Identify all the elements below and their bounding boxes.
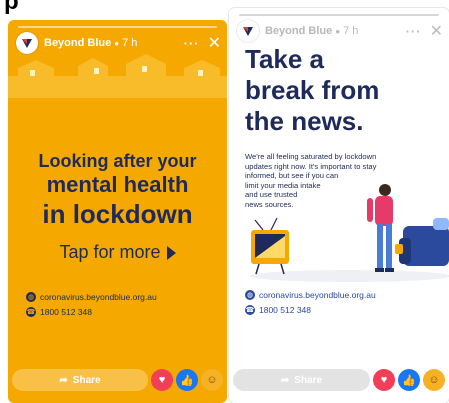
share-button[interactable]: ➦ Share bbox=[12, 369, 148, 391]
globe-icon: ◍ bbox=[26, 292, 36, 302]
page-top-text: p bbox=[4, 0, 20, 15]
more-options-icon[interactable]: ··· bbox=[406, 24, 422, 39]
body-line: updates right now. It's important to sta… bbox=[245, 161, 377, 171]
story-progress-bar bbox=[18, 26, 217, 28]
headline-line-3: the news. bbox=[245, 106, 364, 136]
brand-name[interactable]: Beyond Blue bbox=[265, 25, 332, 37]
headline-line-1: Take a bbox=[245, 44, 325, 74]
haha-reaction-icon[interactable]: ☺ bbox=[423, 369, 445, 391]
brand-name[interactable]: Beyond Blue bbox=[44, 37, 111, 49]
like-reaction-icon[interactable]: 👍 bbox=[176, 369, 198, 391]
like-reaction-icon[interactable]: 👍 bbox=[398, 369, 420, 391]
globe-dot-icon: ● bbox=[335, 26, 341, 36]
beyond-blue-logo-icon bbox=[22, 39, 32, 48]
share-label: Share bbox=[294, 374, 323, 386]
more-options-icon[interactable]: ··· bbox=[184, 36, 200, 51]
story-headline: Take a break from the news. bbox=[245, 44, 379, 137]
tv-person-illustration bbox=[250, 184, 449, 282]
phone-text: 1800 512 348 bbox=[259, 305, 311, 315]
website-text: coronavirus.beyondblue.org.au bbox=[40, 292, 157, 302]
story-action-bar: ➦ Share ♥ 👍 ☺ bbox=[8, 357, 227, 403]
contact-phone[interactable]: ☎ 1800 512 348 bbox=[245, 305, 311, 315]
body-line: We're all feeling saturated by lockdown bbox=[245, 152, 377, 161]
headline-line-2: mental health bbox=[46, 172, 189, 197]
tv-icon bbox=[251, 217, 289, 275]
story-headline: Looking after your mental health in lock… bbox=[8, 150, 227, 230]
person-icon bbox=[367, 184, 394, 272]
website-text: coronavirus.beyondblue.org.au bbox=[259, 290, 376, 300]
love-reaction-icon[interactable]: ♥ bbox=[373, 369, 395, 391]
contact-phone[interactable]: ☎ 1800 512 348 bbox=[26, 307, 92, 317]
tap-for-more-label: Tap for more bbox=[59, 242, 161, 262]
beyond-blue-logo-icon bbox=[243, 27, 253, 36]
share-button[interactable]: ➦ Share bbox=[233, 369, 370, 391]
phone-icon: ☎ bbox=[245, 305, 255, 315]
share-arrow-icon: ➦ bbox=[280, 374, 290, 386]
headline-line-2: break from bbox=[245, 75, 380, 105]
contact-website[interactable]: ◍ coronavirus.beyondblue.org.au bbox=[26, 292, 157, 302]
love-reaction-icon[interactable]: ♥ bbox=[151, 369, 173, 391]
close-icon[interactable]: ✕ bbox=[208, 33, 221, 53]
share-label: Share bbox=[72, 374, 101, 386]
headline-line-3: in lockdown bbox=[42, 199, 193, 229]
share-arrow-icon: ➦ bbox=[59, 374, 68, 386]
contact-website[interactable]: ◍ coronavirus.beyondblue.org.au bbox=[245, 290, 376, 300]
brand-avatar[interactable] bbox=[237, 20, 259, 42]
story-action-bar: ➦ Share ♥ 👍 ☺ bbox=[229, 357, 449, 403]
story-header: Beyond Blue ● 7 h ··· ✕ bbox=[237, 18, 443, 44]
play-arrow-icon bbox=[166, 245, 176, 260]
globe-dot-icon: ● bbox=[114, 38, 120, 48]
phone-text: 1800 512 348 bbox=[40, 307, 92, 317]
post-time: 7 h bbox=[122, 37, 138, 49]
brand-avatar[interactable] bbox=[16, 32, 38, 54]
headline-line-1: Looking after your bbox=[38, 151, 197, 171]
tap-for-more[interactable]: Tap for more bbox=[8, 242, 227, 263]
story-progress-bar bbox=[239, 14, 439, 16]
story-card-right[interactable]: Beyond Blue ● 7 h ··· ✕ Take a break fro… bbox=[229, 8, 449, 403]
story-header: Beyond Blue ● 7 h ··· ✕ bbox=[16, 30, 221, 56]
close-icon[interactable]: ✕ bbox=[430, 21, 443, 41]
phone-icon: ☎ bbox=[26, 307, 36, 317]
armchair-icon bbox=[395, 218, 449, 266]
globe-icon: ◍ bbox=[245, 290, 255, 300]
post-time: 7 h bbox=[343, 25, 359, 37]
haha-reaction-icon[interactable]: ☺ bbox=[201, 369, 223, 391]
story-card-left[interactable]: Beyond Blue ● 7 h ··· ✕ Looking after yo… bbox=[8, 20, 227, 403]
